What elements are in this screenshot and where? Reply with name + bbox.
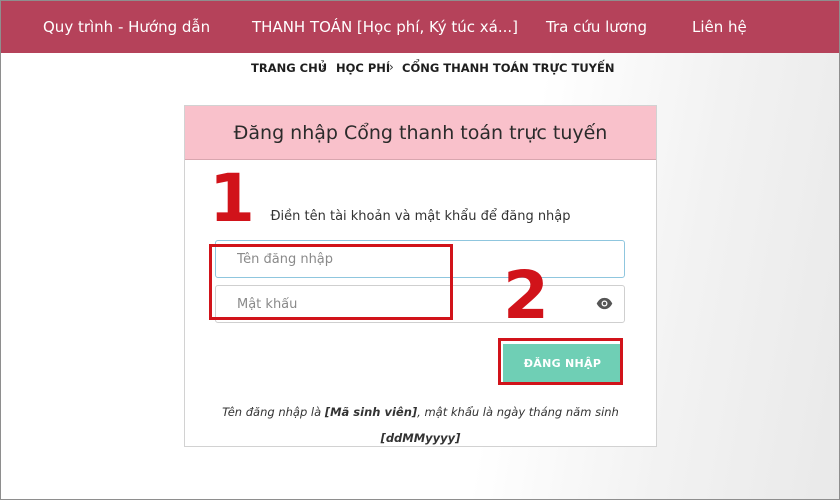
breadcrumb-tuition[interactable]: HỌC PHÍ [336,61,390,75]
login-hint: Tên đăng nhập là [Mã sinh viên], mật khẩ… [185,405,656,419]
eye-icon[interactable] [596,295,613,312]
hint-suffix: , mật khẩu là ngày tháng năm sinh [417,405,619,419]
breadcrumb-separator: › [389,60,394,74]
page: Quy trình - Hướng dẫn THANH TOÁN [Học ph… [0,0,840,500]
login-title: Đăng nhập Cổng thanh toán trực tuyến [185,106,656,160]
annotation-step-1: 1 [209,160,255,237]
login-instruction: Điền tên tài khoản và mật khẩu để đăng n… [270,209,571,224]
breadcrumb-separator: › [321,60,326,74]
top-navigation: Quy trình - Hướng dẫn THANH TOÁN [Học ph… [1,1,839,53]
hint-student-id: [Mã sinh viên] [324,405,418,419]
nav-item-guide[interactable]: Quy trình - Hướng dẫn [43,1,210,53]
nav-item-payment[interactable]: THANH TOÁN [Học phí, Ký túc xá...] [252,1,518,53]
breadcrumb: TRANG CHỦ › HỌC PHÍ › CỔNG THANH TOÁN TR… [1,60,839,79]
nav-item-contact[interactable]: Liên hệ [692,1,747,53]
hint-date-format: [ddMMyyyy] [380,431,461,445]
hint-prefix: Tên đăng nhập là [222,405,325,419]
annotation-step-2: 2 [503,257,549,334]
breadcrumb-home[interactable]: TRANG CHỦ [251,61,327,75]
annotation-box-credentials [209,244,453,320]
breadcrumb-current: CỔNG THANH TOÁN TRỰC TUYẾN [402,61,615,75]
nav-item-salary-lookup[interactable]: Tra cứu lương [546,1,647,53]
annotation-box-login-button [498,338,623,385]
